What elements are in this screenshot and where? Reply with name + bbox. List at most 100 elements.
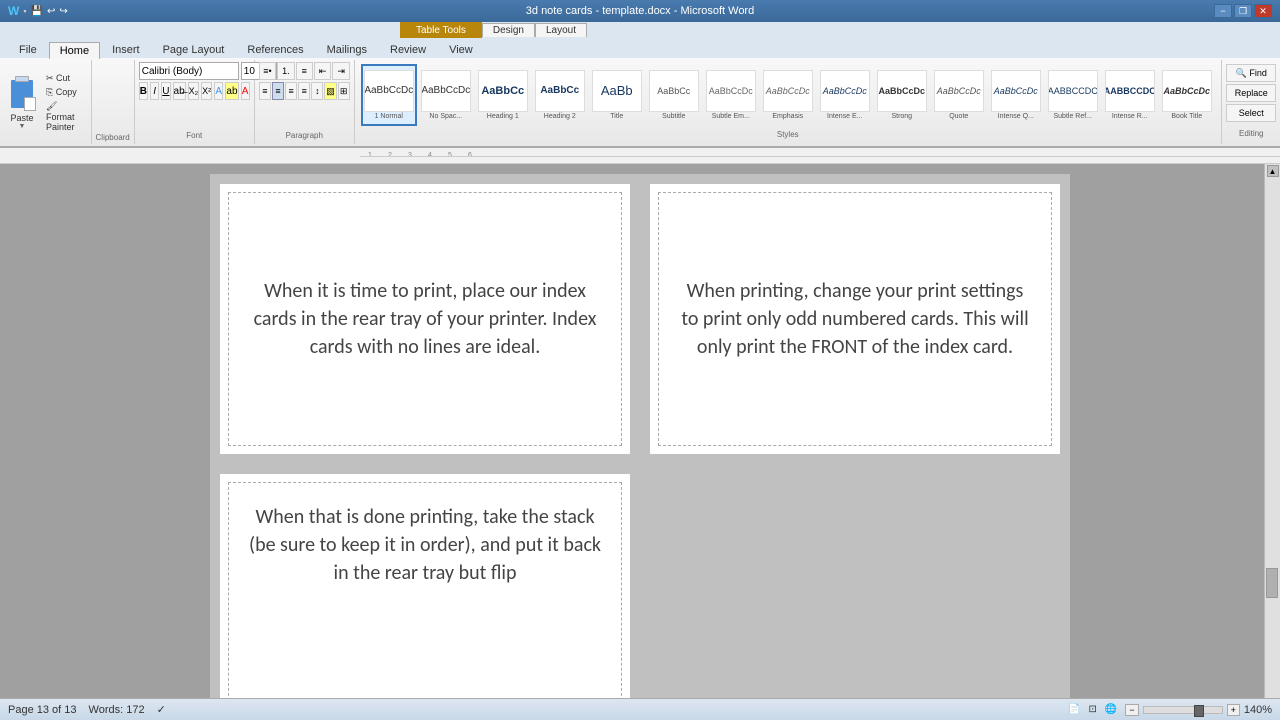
card1-outer: When it is time to print, place our inde… [210, 174, 640, 464]
document-area: When it is time to print, place our inde… [0, 164, 1280, 716]
subscript-button[interactable]: X₂ [188, 82, 200, 100]
style-book-title[interactable]: AaBbCcDc Book Title [1159, 64, 1215, 126]
tab-mailings[interactable]: Mailings [316, 41, 378, 58]
tab-layout[interactable]: Layout [535, 23, 587, 37]
ribbon: Paste ▼ ✂ Cut ⎘ Copy 🖌 Format Painter Cl… [0, 58, 1280, 148]
title-bar: W ▪ 💾 ↩ ↪ 3d note cards - template.docx … [0, 0, 1280, 22]
quick-access-undo[interactable]: ↩ [47, 6, 55, 17]
zoom-slider-thumb[interactable] [1194, 705, 1204, 717]
style-normal[interactable]: AaBbCcDc 1 Normal [361, 64, 417, 126]
style-subtitle[interactable]: AaBbCc Subtitle [646, 64, 702, 126]
superscript-button[interactable]: X² [201, 82, 212, 100]
multilevel-list-button[interactable]: ≡ [296, 62, 313, 80]
card4-empty [650, 474, 1060, 716]
style-no-spacing[interactable]: AaBbCcDc No Spac... [418, 64, 474, 126]
quick-access-save[interactable]: 💾 [31, 6, 43, 17]
tab-design[interactable]: Design [482, 23, 535, 37]
styles-gallery: AaBbCcDc 1 Normal AaBbCcDc No Spac... Aa… [359, 62, 1217, 128]
paste-button[interactable]: Paste ▼ [4, 62, 40, 142]
close-button[interactable]: ✕ [1254, 4, 1272, 18]
select-button[interactable]: Select [1226, 104, 1276, 122]
tab-references[interactable]: References [236, 41, 314, 58]
ruler: 1 2 3 4 5 6 [0, 148, 1280, 164]
card1-text: When it is time to print, place our inde… [249, 277, 601, 361]
style-emphasis[interactable]: AaBbCcDc Emphasis [760, 64, 816, 126]
cut-button[interactable]: ✂ Cut [42, 72, 87, 85]
bullets-button[interactable]: ≡• [259, 62, 276, 80]
spell-check-icon[interactable]: ✓ [157, 703, 166, 716]
style-strong[interactable]: AaBbCcDc Strong [874, 64, 930, 126]
bold-button[interactable]: B [139, 82, 148, 100]
style-subtle-emphasis[interactable]: AaBbCcDc Subtle Em... [703, 64, 759, 126]
decrease-indent-button[interactable]: ⇤ [314, 62, 331, 80]
font-color-button[interactable]: A [241, 82, 250, 100]
card4-outer-empty [640, 464, 1070, 716]
zoom-in-button[interactable]: + [1227, 704, 1240, 716]
highlight-button[interactable]: ab [225, 82, 238, 100]
card3-inner: When that is done printing, take the sta… [228, 482, 622, 716]
align-center-button[interactable]: ≡ [272, 82, 284, 100]
zoom-slider[interactable] [1143, 706, 1223, 714]
tab-review[interactable]: Review [379, 41, 437, 58]
format-painter-button[interactable]: 🖌 Format Painter [42, 100, 87, 133]
status-right: 📄 ⊡ 🌐 − + 140% [1068, 704, 1272, 716]
card2-inner: When printing, change your print setting… [658, 192, 1052, 446]
replace-button[interactable]: Replace [1226, 84, 1276, 102]
numbering-button[interactable]: 1. [277, 62, 294, 80]
card1-page: When it is time to print, place our inde… [220, 184, 630, 454]
paragraph-section: ≡• 1. ≡ ⇤ ⇥ ≡ ≡ ≡ ≡ ↕ ▧ ⊞ Paragraph [255, 60, 355, 144]
table-tools-bar: Table Tools Design Layout [0, 22, 1280, 38]
text-effects-button[interactable]: A [214, 82, 223, 100]
minimize-button[interactable]: − [1214, 4, 1232, 18]
style-subtle-reference[interactable]: AaBbCcDc Subtle Ref... [1045, 64, 1101, 126]
justify-button[interactable]: ≡ [298, 82, 310, 100]
view-print-icon[interactable]: 📄 [1068, 704, 1080, 715]
title-bar-left: W ▪ 💾 ↩ ↪ [8, 4, 68, 18]
strikethrough-button[interactable]: ab̶ [173, 82, 186, 100]
line-spacing-button[interactable]: ↕ [311, 82, 323, 100]
style-heading2[interactable]: AaBbCc Heading 2 [532, 64, 588, 126]
tab-home[interactable]: Home [49, 42, 100, 59]
card2-page: When printing, change your print setting… [650, 184, 1060, 454]
card1-inner: When it is time to print, place our inde… [228, 192, 622, 446]
style-intense-emphasis[interactable]: AaBbCcDc Intense E... [817, 64, 873, 126]
restore-button[interactable]: ❐ [1234, 4, 1252, 18]
zoom-level: 140% [1244, 704, 1272, 716]
quick-access-redo[interactable]: ↪ [59, 6, 67, 17]
cards-row-2: When that is done printing, take the sta… [210, 464, 1070, 716]
card3-text: When that is done printing, take the sta… [249, 503, 601, 587]
align-left-button[interactable]: ≡ [259, 82, 271, 100]
align-right-button[interactable]: ≡ [285, 82, 297, 100]
copy-button[interactable]: ⎘ Copy [42, 86, 87, 99]
view-fullscreen-icon[interactable]: ⊡ [1088, 704, 1096, 715]
italic-button[interactable]: I [150, 82, 159, 100]
scroll-thumb[interactable] [1266, 568, 1278, 598]
style-title[interactable]: AaBb Title [589, 64, 645, 126]
style-quote[interactable]: AaBbCcDc Quote [931, 64, 987, 126]
card3-outer: When that is done printing, take the sta… [210, 464, 640, 716]
vertical-scrollbar[interactable]: ▲ ▼ [1264, 164, 1280, 716]
font-section: A↑ A↓ B I U ab̶ X₂ X² A ab A Font [135, 60, 255, 144]
clipboard-section: Paste ▼ ✂ Cut ⎘ Copy 🖌 Format Painter [0, 60, 92, 144]
shading-button[interactable]: ▧ [324, 82, 336, 100]
increase-indent-button[interactable]: ⇥ [332, 62, 349, 80]
window-title: 3d note cards - template.docx - Microsof… [526, 5, 754, 17]
style-intense-quote[interactable]: AaBbCcDc Intense Q... [988, 64, 1044, 126]
editing-section: 🔍 Find Replace Select Editing [1222, 60, 1280, 144]
style-heading1[interactable]: AaBbCc Heading 1 [475, 64, 531, 126]
page-info: Page 13 of 13 [8, 704, 77, 716]
zoom-out-button[interactable]: − [1125, 704, 1138, 716]
word-icon: W [8, 4, 19, 18]
left-margin [0, 164, 10, 716]
view-web-icon[interactable]: 🌐 [1105, 704, 1117, 715]
tab-view[interactable]: View [438, 41, 484, 58]
tab-insert[interactable]: Insert [101, 41, 151, 58]
underline-button[interactable]: U [161, 82, 170, 100]
borders-button[interactable]: ⊞ [338, 82, 350, 100]
tab-page-layout[interactable]: Page Layout [152, 41, 236, 58]
scroll-up-button[interactable]: ▲ [1267, 165, 1279, 177]
find-button[interactable]: 🔍 Find [1226, 64, 1276, 82]
style-intense-reference[interactable]: AaBbCcDc Intense R... [1102, 64, 1158, 126]
tab-file[interactable]: File [8, 41, 48, 58]
font-name-input[interactable] [139, 62, 239, 80]
